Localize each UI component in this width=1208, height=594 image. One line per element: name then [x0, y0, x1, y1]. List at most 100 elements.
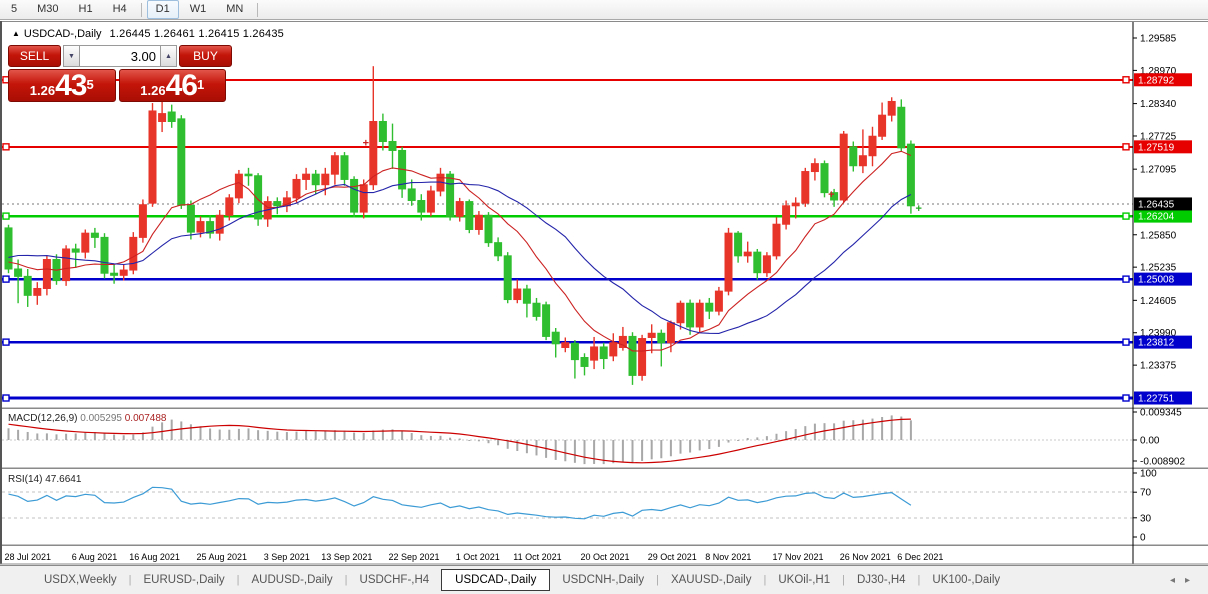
tab-usdchf[interactable]: USDCHF-,H4 [348, 570, 442, 590]
chart-symbol-label: USDCAD-,Daily [23, 28, 102, 40]
candle-body [906, 143, 915, 207]
svg-text:1.27519: 1.27519 [1138, 142, 1175, 153]
candle-body [734, 232, 743, 257]
candle-body [292, 178, 301, 199]
candle-body [676, 302, 685, 324]
level-line-handle[interactable] [1122, 212, 1130, 220]
symbol-tab-bar: ◂▸ USDX,Weekly | EURUSD-,Daily | AUDUSD-,Dai… [0, 565, 1208, 594]
level-line-handle[interactable] [1122, 143, 1130, 151]
tab-usdcad[interactable]: USDCAD-,Daily [441, 569, 551, 591]
collapse-panel-icon[interactable]: ▲ [12, 29, 20, 38]
level-line-handle[interactable] [2, 212, 10, 220]
price-tag-1.26435: 1.26435 [1134, 197, 1192, 211]
level-line-handle[interactable] [1122, 338, 1130, 346]
chart-background [2, 22, 1208, 564]
candle-body [129, 236, 138, 271]
tab-usdx[interactable]: USDX,Weekly [32, 570, 129, 590]
level-line-handle[interactable] [2, 338, 10, 346]
timeframe-button-h1[interactable]: H1 [70, 0, 102, 19]
candle-body [887, 100, 896, 116]
candle-body [839, 133, 848, 201]
candle-body [407, 188, 416, 202]
svg-text:1.26435: 1.26435 [1138, 199, 1175, 210]
candle-body [878, 114, 887, 137]
svg-text:1.29585: 1.29585 [1140, 34, 1177, 45]
candle-body [321, 173, 330, 186]
tab-xauusd[interactable]: XAUUSD-,Daily [659, 570, 764, 590]
timeframe-button-5[interactable]: 5 [2, 0, 26, 19]
trading-terminal: 5 M30 H1 H4 D1 W1 MN + + +1.29585 1.28970 1.28340 1… [0, 0, 1208, 594]
buy-button[interactable]: BUY [179, 45, 232, 67]
candle-body [494, 242, 503, 257]
candle-body [23, 275, 32, 296]
candle-body [138, 204, 147, 238]
candle-body [33, 287, 42, 296]
level-line-handle[interactable] [2, 394, 10, 402]
svg-text:11 Oct 2021: 11 Oct 2021 [513, 552, 561, 562]
level-line-handle[interactable] [1122, 76, 1130, 84]
timeframe-button-m30[interactable]: M30 [28, 0, 67, 19]
chart-title: ▲ USDCAD-,Daily 1.26445 1.26461 1.26415 1.… [12, 28, 284, 40]
level-line-handle[interactable] [1122, 275, 1130, 283]
candle-body [474, 214, 483, 230]
candle-body [513, 288, 522, 301]
candle-body [71, 248, 80, 253]
price-tag-1.23812: 1.23812 [1134, 335, 1192, 349]
volume-increase-button[interactable]: ▲ [160, 45, 177, 67]
svg-text:16 Aug 2021: 16 Aug 2021 [129, 552, 180, 562]
sell-price-button[interactable]: 1.26 43 5 [8, 69, 116, 102]
price-tag-1.28792: 1.28792 [1134, 73, 1192, 87]
candle-body [599, 346, 608, 360]
tab-usdcnh[interactable]: USDCNH-,Daily [550, 570, 656, 590]
candle-body [455, 201, 464, 217]
sell-price-pip: 5 [86, 77, 94, 92]
tab-dj30[interactable]: DJ30-,H4 [845, 570, 918, 590]
buy-price-button[interactable]: 1.26 46 1 [118, 69, 226, 102]
buy-price-big: 46 [165, 69, 198, 102]
candle-body [311, 173, 320, 186]
candle-body [542, 304, 551, 337]
price-chart[interactable]: +++1.295851.289701.283401.277251.270951.… [0, 20, 1208, 565]
candle-body [196, 221, 205, 233]
candle-body [762, 255, 771, 274]
buy-price-pip: 1 [196, 77, 205, 92]
candle-body [801, 171, 810, 204]
tab-audusd[interactable]: AUDUSD-,Daily [240, 570, 345, 590]
price-tag-1.26204: 1.26204 [1134, 209, 1192, 223]
candle-body [897, 106, 906, 149]
candle-body [638, 338, 647, 376]
candle-body [244, 173, 253, 177]
volume-input[interactable] [80, 45, 160, 67]
tab-uk100[interactable]: UK100-,Daily [920, 570, 1012, 590]
tab-ukoil[interactable]: UKOil-,H1 [766, 570, 842, 590]
level-line-handle[interactable] [1122, 394, 1130, 402]
timeframe-button-mn[interactable]: MN [217, 0, 252, 19]
svg-text:20 Oct 2021: 20 Oct 2021 [581, 552, 630, 562]
tab-scroll-arrows[interactable]: ◂▸ [1170, 575, 1200, 586]
svg-text:1.24605: 1.24605 [1140, 296, 1177, 307]
one-click-trading-panel: SELL ▼ ▲ BUY 1.26435 1.26461 [8, 45, 232, 102]
candle-body [388, 141, 397, 151]
chart-window: + + +1.29585 1.28970 1.28340 1.27725 1.27095 1.… [0, 20, 1208, 565]
toolbar-separator [257, 2, 259, 17]
level-line-handle[interactable] [2, 143, 10, 151]
timeframe-button-h4[interactable]: H4 [104, 0, 136, 19]
svg-text:22 Sep 2021: 22 Sep 2021 [389, 552, 440, 562]
sell-button[interactable]: SELL [8, 45, 61, 67]
timeframe-button-d1[interactable]: D1 [146, 0, 179, 19]
volume-decrease-button[interactable]: ▼ [63, 45, 80, 67]
svg-text:1 Oct 2021: 1 Oct 2021 [456, 552, 500, 562]
tab-eurusd[interactable]: EURUSD-,Daily [132, 570, 237, 590]
level-line-handle[interactable] [2, 275, 10, 283]
svg-text:0: 0 [1140, 533, 1146, 544]
timeframe-button-w1[interactable]: W1 [181, 0, 216, 19]
candle-body [791, 202, 800, 207]
sell-price-big: 43 [55, 69, 87, 102]
candle-body [609, 342, 618, 357]
sell-price-prefix: 1.26 [29, 83, 56, 98]
candle-body [484, 214, 493, 244]
svg-text:3 Sep 2021: 3 Sep 2021 [264, 552, 310, 562]
candle-body [657, 332, 666, 344]
candle-body [570, 342, 579, 361]
svg-text:0.009345: 0.009345 [1140, 408, 1182, 419]
